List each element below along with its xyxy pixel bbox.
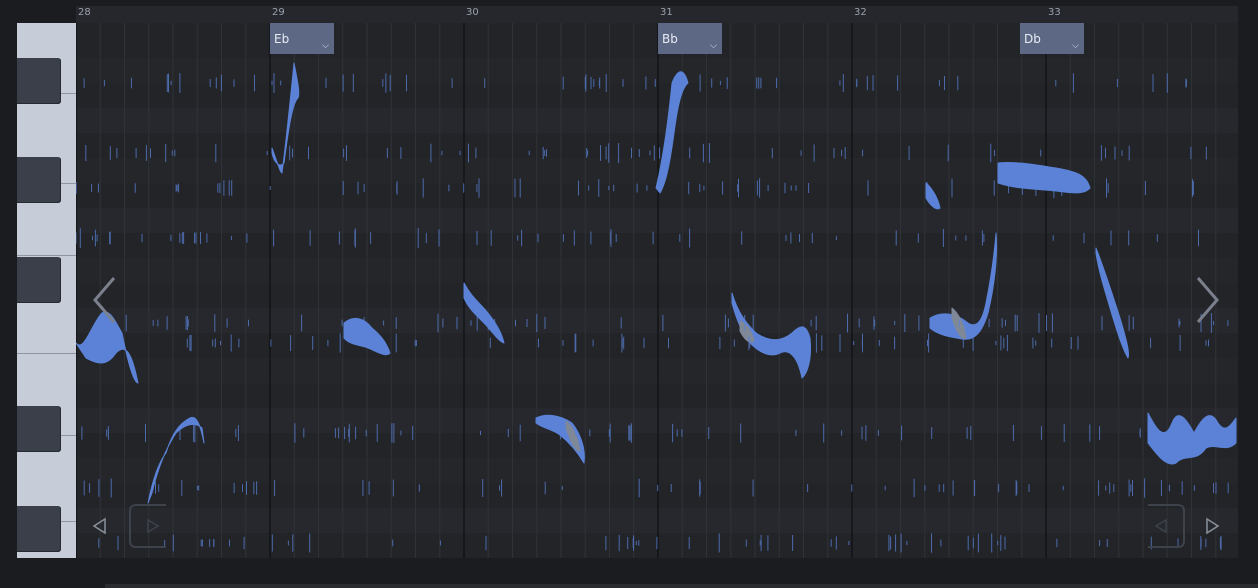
chord-label: Bb	[662, 32, 678, 46]
piano-keyboard[interactable]	[17, 23, 76, 558]
bar-number-29[interactable]: 29	[272, 7, 285, 18]
white-key-divider	[17, 255, 76, 256]
pitch-lane	[76, 508, 1238, 533]
bar-number-28[interactable]: 28	[78, 7, 91, 18]
pitch-editor: 28 29 30 31 32 33 Eb ⌵ Bb ⌵ Db ⌵	[0, 0, 1258, 588]
chord-tag-eb[interactable]: Eb ⌵	[270, 23, 334, 54]
triangle-left-icon[interactable]	[92, 517, 108, 535]
chord-tag-db[interactable]: Db ⌵	[1020, 23, 1084, 54]
pitch-lane	[76, 308, 1238, 333]
black-key[interactable]	[17, 406, 61, 452]
grid-canvas	[76, 23, 1238, 558]
triangle-right-icon[interactable]	[1204, 517, 1220, 535]
scroll-right-bracket-icon[interactable]	[1144, 503, 1186, 549]
pitch-lane	[76, 58, 1238, 83]
bar-number-33[interactable]: 33	[1048, 7, 1061, 18]
black-key[interactable]	[17, 257, 61, 303]
pitch-lane	[76, 108, 1238, 133]
note-grid[interactable]	[76, 23, 1238, 558]
chevron-down-icon[interactable]: ⌵	[1072, 41, 1079, 51]
chord-tag-bb[interactable]: Bb ⌵	[658, 23, 722, 54]
black-key[interactable]	[17, 157, 61, 203]
chevron-down-icon[interactable]: ⌵	[322, 41, 329, 51]
pitch-lane	[76, 458, 1238, 483]
timeline-ruler[interactable]: 28 29 30 31 32 33	[76, 6, 1238, 23]
chevron-down-icon[interactable]: ⌵	[710, 41, 717, 51]
white-key-divider	[17, 353, 76, 354]
chevron-left-icon[interactable]	[90, 274, 120, 326]
chevron-right-icon[interactable]	[1192, 274, 1222, 326]
pitch-lane	[76, 408, 1238, 433]
chord-label: Eb	[274, 32, 290, 46]
bar-number-32[interactable]: 32	[854, 7, 867, 18]
black-key[interactable]	[17, 506, 61, 552]
chord-label: Db	[1024, 32, 1041, 46]
pitch-lane	[76, 358, 1238, 383]
black-key[interactable]	[17, 58, 61, 104]
bar-number-31[interactable]: 31	[660, 7, 673, 18]
horizontal-scrollbar[interactable]	[105, 584, 1258, 588]
pitch-lane	[76, 258, 1238, 283]
pitch-blob[interactable]	[925, 182, 941, 210]
bar-number-30[interactable]: 30	[466, 7, 479, 18]
scroll-left-bracket-icon[interactable]	[128, 503, 170, 549]
pitch-lane	[76, 208, 1238, 233]
